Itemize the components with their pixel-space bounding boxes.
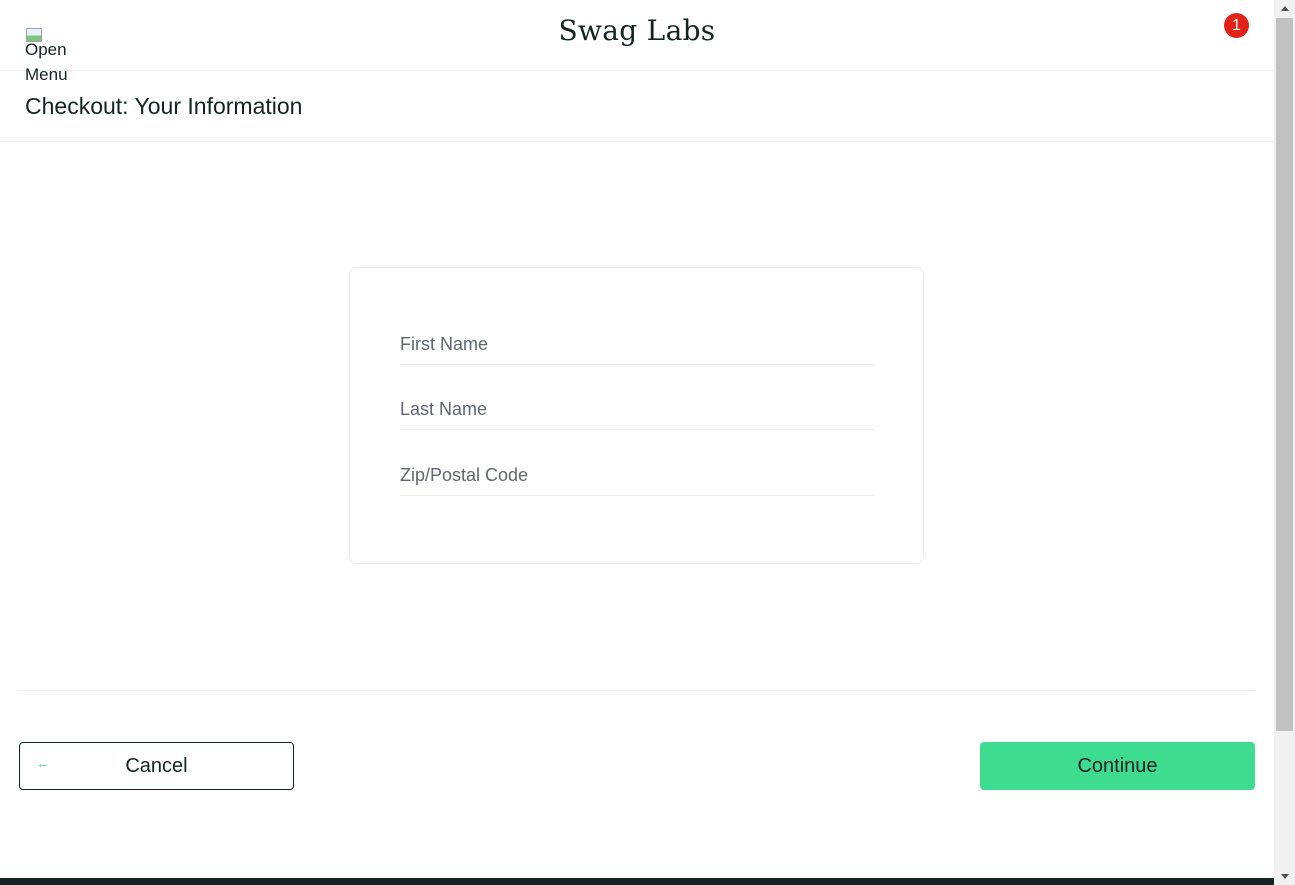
shopping-cart-badge[interactable]: 1	[1224, 13, 1249, 38]
page-title: Checkout: Your Information	[25, 93, 303, 119]
first-name-input[interactable]	[400, 324, 875, 365]
checkout-info-form	[349, 267, 924, 564]
secondary-header: Checkout: Your Information	[0, 71, 1274, 142]
postal-code-input[interactable]	[400, 455, 875, 496]
scrollbar-thumb[interactable]	[1276, 18, 1293, 731]
continue-button[interactable]: Continue	[980, 742, 1255, 790]
back-arrow-icon: ←	[36, 755, 50, 771]
cancel-button[interactable]: ← Cancel	[19, 742, 294, 790]
footer-strip	[0, 878, 1274, 885]
last-name-input[interactable]	[400, 389, 875, 430]
checkout-page: Open Menu Swag Labs 1 Checkout: Your Inf…	[0, 0, 1274, 885]
scroll-up-arrow-icon[interactable]	[1274, 0, 1295, 17]
footer-divider	[19, 690, 1255, 691]
app-logo: Swag Labs	[558, 14, 716, 47]
vertical-scrollbar[interactable]	[1274, 0, 1295, 885]
cancel-button-label: Cancel	[125, 755, 188, 777]
scroll-down-arrow-icon[interactable]	[1274, 868, 1295, 885]
top-bar: Open Menu Swag Labs 1	[0, 0, 1274, 84]
